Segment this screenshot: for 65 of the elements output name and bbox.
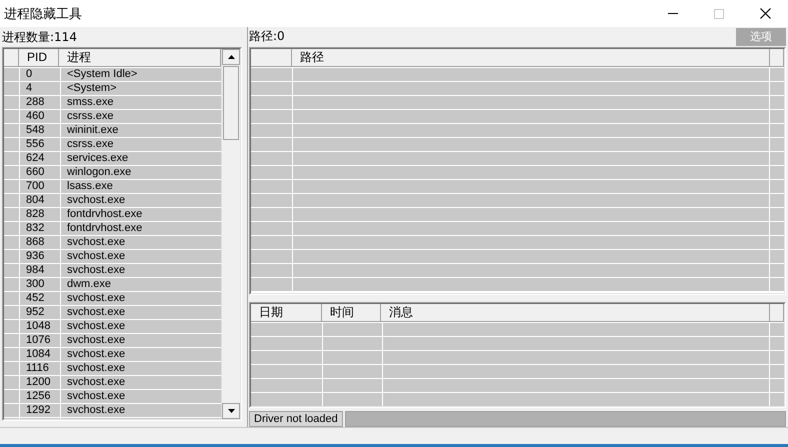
- column-header[interactable]: 日期: [251, 304, 322, 321]
- table-cell: 1256: [20, 390, 60, 403]
- column-header[interactable]: PID: [19, 49, 59, 66]
- table-cell: dwm.exe: [61, 278, 221, 291]
- table-cell: 1292: [20, 404, 60, 417]
- table-cell: fontdrvhost.exe: [61, 222, 221, 235]
- table-cell: 1200: [20, 376, 60, 389]
- close-icon[interactable]: [760, 8, 770, 19]
- table-cell: 804: [20, 194, 60, 207]
- table-cell: svchost.exe: [61, 404, 221, 417]
- table-cell: services.exe: [61, 152, 221, 165]
- table-cell: 952: [20, 306, 60, 319]
- table-cell: 936: [20, 250, 60, 263]
- table-cell: 984: [20, 264, 60, 277]
- table-cell: 452: [20, 292, 60, 305]
- table-cell: 0: [20, 68, 60, 81]
- table-cell: svchost.exe: [61, 334, 221, 347]
- table-cell: svchost.exe: [61, 362, 221, 375]
- table-cell: csrss.exe: [61, 110, 221, 123]
- table-cell: 832: [20, 222, 60, 235]
- table-cell: svchost.exe: [61, 194, 221, 207]
- table-cell: 624: [20, 152, 60, 165]
- table-cell: 660: [20, 166, 60, 179]
- table-cell: 1084: [20, 348, 60, 361]
- table-cell: 1116: [20, 362, 60, 375]
- table-cell: svchost.exe: [61, 236, 221, 249]
- table-cell: wininit.exe: [61, 124, 221, 137]
- window-title: 进程隐藏工具: [3, 6, 83, 22]
- table-cell: 460: [20, 110, 60, 123]
- scroll-down-icon[interactable]: [228, 409, 234, 413]
- scrollbar[interactable]: [221, 49, 240, 419]
- table-cell: 4: [20, 82, 60, 95]
- table-cell: 700: [20, 180, 60, 193]
- table-cell: 868: [20, 236, 60, 249]
- table-cell: svchost.exe: [61, 348, 221, 361]
- table-cell: csrss.exe: [61, 138, 221, 151]
- status-text: Driver not loaded: [249, 411, 343, 427]
- table-cell: 1048: [20, 320, 60, 333]
- scrollbar-thumb[interactable]: [223, 66, 239, 140]
- table-cell: fontdrvhost.exe: [61, 208, 221, 221]
- table-cell: svchost.exe: [61, 264, 221, 277]
- table-cell: <System>: [61, 82, 221, 95]
- column-header[interactable]: 消息: [381, 304, 770, 321]
- table-cell: 288: [20, 96, 60, 109]
- table-cell: svchost.exe: [61, 376, 221, 389]
- table-cell: svchost.exe: [61, 250, 221, 263]
- process-count-label: 进程数量:114: [2, 28, 77, 46]
- table-cell: smss.exe: [61, 96, 221, 109]
- table-cell: svchost.exe: [61, 292, 221, 305]
- column-header[interactable]: 时间: [322, 304, 381, 321]
- table-cell: 556: [20, 138, 60, 151]
- column-header[interactable]: 路径: [292, 49, 770, 66]
- scroll-up-icon[interactable]: [228, 55, 234, 59]
- table-cell: 300: [20, 278, 60, 291]
- table-cell: 828: [20, 208, 60, 221]
- table-cell: winlogon.exe: [61, 166, 221, 179]
- table-cell: <System Idle>: [61, 68, 221, 81]
- table-cell: 1076: [20, 334, 60, 347]
- table-cell: 548: [20, 124, 60, 137]
- table-cell: svchost.exe: [61, 306, 221, 319]
- maximize-icon[interactable]: [714, 8, 724, 18]
- table-cell: svchost.exe: [61, 320, 221, 333]
- table-cell: svchost.exe: [61, 390, 221, 403]
- path-count-label: 路径:0: [249, 28, 285, 45]
- table-cell: lsass.exe: [61, 180, 221, 193]
